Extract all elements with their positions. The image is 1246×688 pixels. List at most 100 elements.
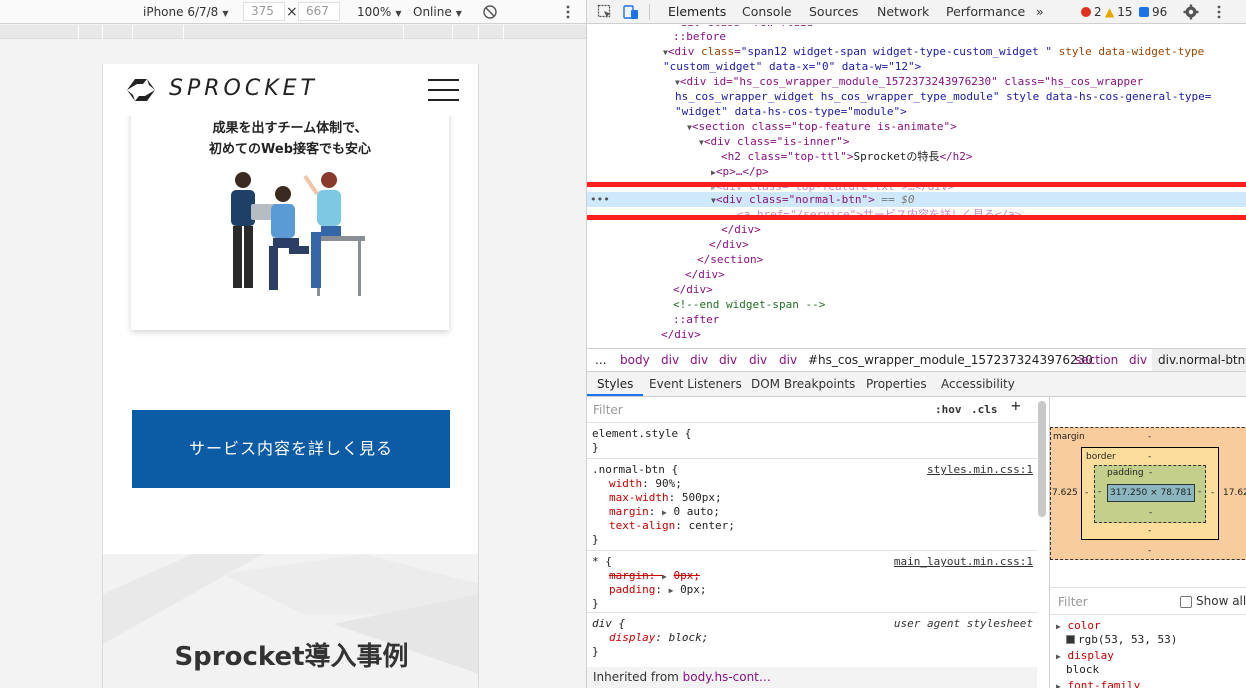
show-all-checkbox[interactable] xyxy=(1180,596,1192,608)
logo-text[interactable]: SPROCKET xyxy=(169,76,318,101)
dom-node-close-div-4[interactable]: </div> xyxy=(673,282,1246,297)
inspect-element-icon[interactable] xyxy=(597,4,613,20)
rule-user-agent-div[interactable]: div { user agent stylesheet display: blo… xyxy=(587,613,1037,663)
tab-dom-breakpoints[interactable]: DOM Breakpoints xyxy=(751,372,855,396)
computed-font-family[interactable]: ▶ font-family xyxy=(1056,679,1140,688)
message-count-badge[interactable]: 96 xyxy=(1139,0,1167,24)
dom-node-comment[interactable]: <!--end widget-span --> xyxy=(673,297,1246,312)
device-name: iPhone 6/7/8 xyxy=(143,5,219,19)
breadcrumb-div[interactable]: div xyxy=(749,349,767,371)
error-count-badge[interactable]: 2 xyxy=(1081,0,1102,24)
tab-styles[interactable]: Styles xyxy=(587,372,644,396)
emulated-viewport[interactable]: SPROCKET 成果を出すチーム体制で、 初めてのWeb接客でも安心 サービス… xyxy=(102,64,479,688)
dom-tree[interactable]: <div class="row-fluid"> ::before ▼<div c… xyxy=(587,25,1246,348)
zoom-select[interactable]: 100% ▼ xyxy=(357,0,401,24)
dom-node-before[interactable]: ::before xyxy=(673,29,1246,44)
chevron-down-icon: ▼ xyxy=(395,9,402,18)
gear-icon[interactable] xyxy=(1183,4,1199,20)
breadcrumb-section[interactable]: section xyxy=(1075,349,1118,371)
inherited-selector[interactable]: body.hs-cont… xyxy=(683,670,771,684)
breadcrumb-hs-wrapper[interactable]: #hs_cos_wrapper_module_1572373243976230 xyxy=(808,349,1093,371)
breadcrumb-ellipsis[interactable]: ... xyxy=(595,349,606,371)
media-query-ruler[interactable] xyxy=(0,25,586,39)
dom-node-close-div-5[interactable]: </div> xyxy=(661,327,1246,342)
tab-properties[interactable]: Properties xyxy=(866,372,927,396)
device-select[interactable]: iPhone 6/7/8 ▼ xyxy=(143,0,228,24)
dom-node-section[interactable]: ▼<section class="top-feature is-animate"… xyxy=(687,119,1246,134)
service-details-button[interactable]: サービス内容を詳しく見る xyxy=(132,410,450,488)
tab-elements[interactable]: Elements xyxy=(668,0,726,24)
computed-color[interactable]: ▶ color xyxy=(1056,619,1101,634)
menu-icon[interactable] xyxy=(428,79,459,101)
dom-node-close-div-2[interactable]: </div> xyxy=(709,237,1246,252)
dom-node-hs-wrapper[interactable]: ▼<div id="hs_cos_wrapper_module_15723732… xyxy=(675,74,1246,89)
network-throttle-select[interactable]: Online ▼ xyxy=(413,0,462,24)
computed-display[interactable]: ▶ display xyxy=(1056,649,1114,664)
viewport-height-input[interactable]: 667 xyxy=(298,2,340,21)
more-options-icon[interactable] xyxy=(560,4,576,20)
zoom-value: 100% xyxy=(357,5,392,19)
dimension-separator: × xyxy=(286,4,298,20)
more-tabs-button[interactable]: » xyxy=(1036,0,1044,24)
dom-node-is-inner[interactable]: ▼<div class="is-inner"> xyxy=(699,134,1246,149)
box-model-padding[interactable]: padding - - - - 317.250 × 78.781 xyxy=(1094,465,1206,523)
tab-sources[interactable]: Sources xyxy=(809,0,858,24)
dom-node-close-section[interactable]: </section> xyxy=(697,252,1246,267)
rule-source-link[interactable]: styles.min.css:1 xyxy=(927,463,1033,477)
annotation-highlight-box xyxy=(587,182,1246,220)
rule-element-style[interactable]: element.style { } xyxy=(587,423,1037,459)
decl-padding[interactable]: padding: ▶ 0px; xyxy=(609,583,707,597)
breadcrumb-body[interactable]: body xyxy=(620,349,650,371)
rotate-icon[interactable] xyxy=(482,4,498,20)
dom-node-h2[interactable]: <h2 class="top-ttl">Sprocketの特長</h2> xyxy=(721,149,1246,164)
breadcrumb-div[interactable]: div xyxy=(661,349,679,371)
breadcrumb-div[interactable]: div xyxy=(779,349,797,371)
feature-card: 成果を出すチーム体制で、 初めてのWeb接客でも安心 xyxy=(131,104,449,330)
inherited-from-header: Inherited from body.hs-cont… xyxy=(587,667,1037,688)
rule-normal-btn[interactable]: .normal-btn { styles.min.css:1 width: 90… xyxy=(587,459,1037,551)
dom-node-after[interactable]: ::after xyxy=(673,312,1246,327)
dom-node-hs-wrapper-cont1[interactable]: hs_cos_wrapper_widget hs_cos_wrapper_typ… xyxy=(675,89,1246,104)
tab-performance[interactable]: Performance xyxy=(946,0,1025,24)
styles-scrollbar[interactable] xyxy=(1038,401,1046,517)
tab-accessibility[interactable]: Accessibility xyxy=(941,372,1015,396)
class-toggle[interactable]: .cls xyxy=(971,403,998,417)
kebab-menu-icon[interactable] xyxy=(1211,4,1227,20)
box-model-margin[interactable]: margin - - 7.625 17.62 border - - - - pa… xyxy=(1050,427,1246,560)
new-rule-button[interactable]: + xyxy=(1011,398,1021,414)
device-toggle-icon[interactable] xyxy=(623,4,639,20)
decl-margin-overridden[interactable]: margin: ▶ 0px; xyxy=(609,569,700,583)
decl-margin[interactable]: margin: ▶ 0 auto; xyxy=(609,505,720,519)
decl-width[interactable]: width: 90%; xyxy=(609,477,682,491)
breadcrumb-div[interactable]: div xyxy=(719,349,737,371)
tab-console[interactable]: Console xyxy=(742,0,792,24)
decl-display[interactable]: display: block; xyxy=(609,631,708,645)
viewport-width-input[interactable]: 375 xyxy=(243,2,285,21)
rule-universal[interactable]: * { main_layout.min.css:1 margin: ▶ 0px;… xyxy=(587,551,1037,613)
breadcrumb-div[interactable]: div xyxy=(690,349,708,371)
styles-filter-input[interactable]: Filter xyxy=(593,403,623,417)
breadcrumb-normal-btn[interactable]: div.normal-btn xyxy=(1152,349,1246,371)
rule-source-link[interactable]: main_layout.min.css:1 xyxy=(894,555,1033,569)
padding-label: padding xyxy=(1107,468,1144,478)
warning-icon: ▲ xyxy=(1105,5,1115,19)
box-model-content-size[interactable]: 317.250 × 78.781 xyxy=(1107,484,1195,502)
dom-node-p[interactable]: ▶<p>…</p> xyxy=(711,164,1246,179)
computed-filter-input[interactable]: Filter xyxy=(1058,595,1088,609)
dom-node-hs-wrapper-cont2[interactable]: "widget" data-hs-cos-type="module"> xyxy=(675,104,1246,119)
margin-right-value: 17.62 xyxy=(1223,488,1246,498)
margin-left-value: 7.625 xyxy=(1052,488,1078,498)
dom-node-close-div-1[interactable]: </div> xyxy=(721,222,1246,237)
dom-node-widget-span[interactable]: ▼<div class="span12 widget-span widget-t… xyxy=(663,44,1246,59)
sprocket-logo-icon[interactable] xyxy=(123,75,159,105)
breadcrumb-div[interactable]: div xyxy=(1129,349,1147,371)
warning-count-badge[interactable]: ▲ 15 xyxy=(1105,0,1133,24)
box-model-border[interactable]: border - - - - padding - - - - 317.250 ×… xyxy=(1081,447,1219,540)
dom-node-close-div-3[interactable]: </div> xyxy=(685,267,1246,282)
decl-max-width[interactable]: max-width: 500px; xyxy=(609,491,722,505)
tab-network[interactable]: Network xyxy=(877,0,929,24)
hover-state-toggle[interactable]: :hov xyxy=(935,403,962,417)
decl-text-align[interactable]: text-align: center; xyxy=(609,519,735,533)
dom-node-widget-span-cont[interactable]: "custom_widget" data-x="0" data-w="12"> xyxy=(663,59,1246,74)
tab-event-listeners[interactable]: Event Listeners xyxy=(649,372,742,396)
